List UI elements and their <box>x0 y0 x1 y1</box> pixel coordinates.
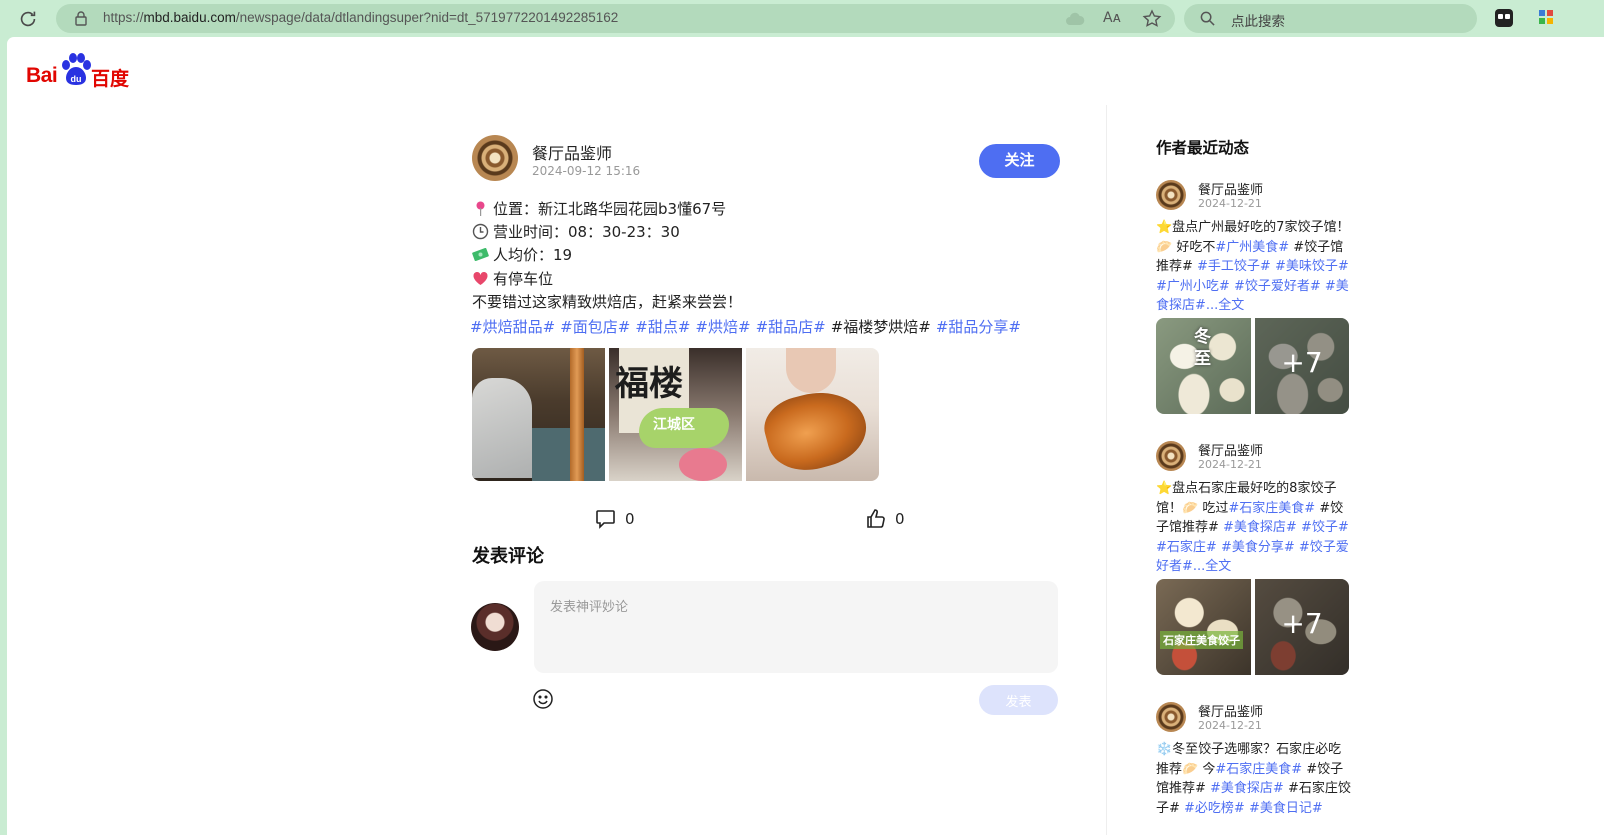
post-line-location: 位置：新江北路华园花园b3懂67号 <box>472 198 726 219</box>
post-line-hours: 营业时间：08：30-23：30 <box>472 221 680 242</box>
emoji-icon[interactable] <box>532 688 554 710</box>
card-image[interactable]: 石家庄美食饺子 <box>1156 579 1251 675</box>
card-date: 2024-12-21 <box>1198 719 1262 732</box>
card-date: 2024-12-21 <box>1198 197 1262 210</box>
read-aloud-icon[interactable]: Aᴀ <box>1103 10 1123 28</box>
cloud-icon[interactable] <box>1065 10 1085 28</box>
browser-toolbar: https://mbd.baidu.com/newspage/data/dtla… <box>0 0 1604 37</box>
user-avatar[interactable] <box>471 603 519 651</box>
favorite-star-icon[interactable] <box>1142 9 1162 29</box>
browser-search-box[interactable]: 点此搜索 <box>1184 4 1477 33</box>
author-name[interactable]: 餐厅品鉴师 <box>532 140 612 164</box>
column-divider <box>1106 105 1107 835</box>
extension-icon[interactable] <box>1495 9 1513 27</box>
baidu-paw-icon: du <box>62 53 91 85</box>
card-text[interactable]: ❄️冬至饺子选哪家？石家庄必吃推荐🥟 今#石家庄美食# #饺子馆推荐# #美食探… <box>1156 740 1354 818</box>
post-time: 2024-09-12 15:16 <box>532 164 641 178</box>
page: Bai du 百度 餐厅品鉴师 2024-09-12 15:16 关注 位置：新… <box>7 37 1604 835</box>
post-image-pastry[interactable] <box>746 348 879 481</box>
card-image-caption: 石家庄美食饺子 <box>1160 631 1243 649</box>
search-icon[interactable] <box>1200 11 1215 26</box>
card-author-avatar[interactable] <box>1156 180 1186 210</box>
comment-input[interactable] <box>534 581 1058 673</box>
logo-paw-text: du <box>71 74 82 84</box>
card-image-more[interactable]: +7 <box>1255 579 1349 675</box>
card-date: 2024-12-21 <box>1198 458 1262 471</box>
post-line-summary: 不要错过这家精致烘焙店，赶紧来尝尝！ <box>472 293 743 311</box>
read-more-link[interactable]: ...全文 <box>1206 298 1244 313</box>
hashtag-plain: #福楼梦烘焙# <box>830 318 931 336</box>
sidebar-title: 作者最近动态 <box>1156 139 1250 157</box>
hashtag[interactable]: #烘焙# <box>695 318 750 336</box>
url-text[interactable]: https://mbd.baidu.com/newspage/data/dtla… <box>103 10 618 25</box>
comment-count: 0 <box>625 510 635 528</box>
post-image-bottle[interactable]: 福楼 江城区 <box>609 348 742 481</box>
comment-section-title: 发表评论 <box>472 546 544 567</box>
post-line-parking: 有停车位 <box>472 268 553 289</box>
like-count: 0 <box>895 510 905 528</box>
card-image-more[interactable]: +7 <box>1255 318 1349 414</box>
publish-button[interactable]: 发表 <box>979 685 1058 715</box>
card-text[interactable]: ⭐盘点石家庄最好吃的8家饺子馆！🥟 吃过#石家庄美食# #饺子馆推荐# #美食探… <box>1156 479 1354 577</box>
card-images[interactable]: 冬至 +7 <box>1156 318 1349 414</box>
card-images[interactable]: 石家庄美食饺子 +7 <box>1156 579 1349 675</box>
app-grid-icon[interactable] <box>1539 10 1553 24</box>
money-icon <box>472 247 489 262</box>
location-pin-icon <box>476 201 485 216</box>
hashtag[interactable]: #甜品店# <box>756 318 826 336</box>
more-images-count: +7 <box>1281 346 1323 379</box>
clock-icon <box>472 223 489 240</box>
card-author-name[interactable]: 餐厅品鉴师 <box>1198 701 1263 720</box>
hashtag[interactable]: #甜品分享# <box>936 318 1021 336</box>
address-bar[interactable]: https://mbd.baidu.com/newspage/data/dtla… <box>56 4 1175 33</box>
card-text[interactable]: ⭐盘点广州最好吃的7家饺子馆！🥟 好吃不#广州美食# #饺子馆推荐# #手工饺子… <box>1156 218 1354 316</box>
hashtag[interactable]: #甜点# <box>635 318 690 336</box>
author-avatar[interactable] <box>472 135 518 181</box>
heart-icon <box>473 271 488 285</box>
image-caption: 江城区 <box>653 417 695 433</box>
card-author-name[interactable]: 餐厅品鉴师 <box>1198 179 1263 198</box>
search-placeholder: 点此搜索 <box>1231 14 1285 30</box>
card-image-caption: 冬至 <box>1194 327 1211 369</box>
post-line-price: 人均价：19 <box>472 244 572 265</box>
card-author-name[interactable]: 餐厅品鉴师 <box>1198 440 1263 459</box>
thumbs-up-icon <box>867 509 885 528</box>
like-action[interactable]: 0 <box>865 508 905 529</box>
read-more-link[interactable]: ...全文 <box>1193 559 1231 574</box>
card-author-avatar[interactable] <box>1156 441 1186 471</box>
card-author-avatar[interactable] <box>1156 702 1186 732</box>
comment-action[interactable]: 0 <box>595 508 635 529</box>
hashtag[interactable]: #烘焙甜品# <box>470 318 555 336</box>
lock-icon[interactable] <box>74 11 88 26</box>
hashtag[interactable]: #面包店# <box>560 318 630 336</box>
logo-text-chinese: 百度 <box>91 68 130 90</box>
logo-text-latin: Bai <box>26 64 58 87</box>
comment-icon <box>596 510 615 529</box>
reload-icon[interactable] <box>17 8 39 30</box>
post-image-chair[interactable] <box>472 348 605 481</box>
post-tags: #烘焙甜品# #面包店# #甜点# #烘焙# #甜品店# #福楼梦烘焙# #甜品分享# <box>470 316 1026 337</box>
baidu-logo[interactable]: Bai du 百度 <box>26 53 131 93</box>
follow-button[interactable]: 关注 <box>979 144 1060 178</box>
card-image[interactable]: 冬至 <box>1156 318 1251 414</box>
image-kanji-text: 福楼 <box>615 364 683 404</box>
more-images-count: +7 <box>1281 607 1323 640</box>
